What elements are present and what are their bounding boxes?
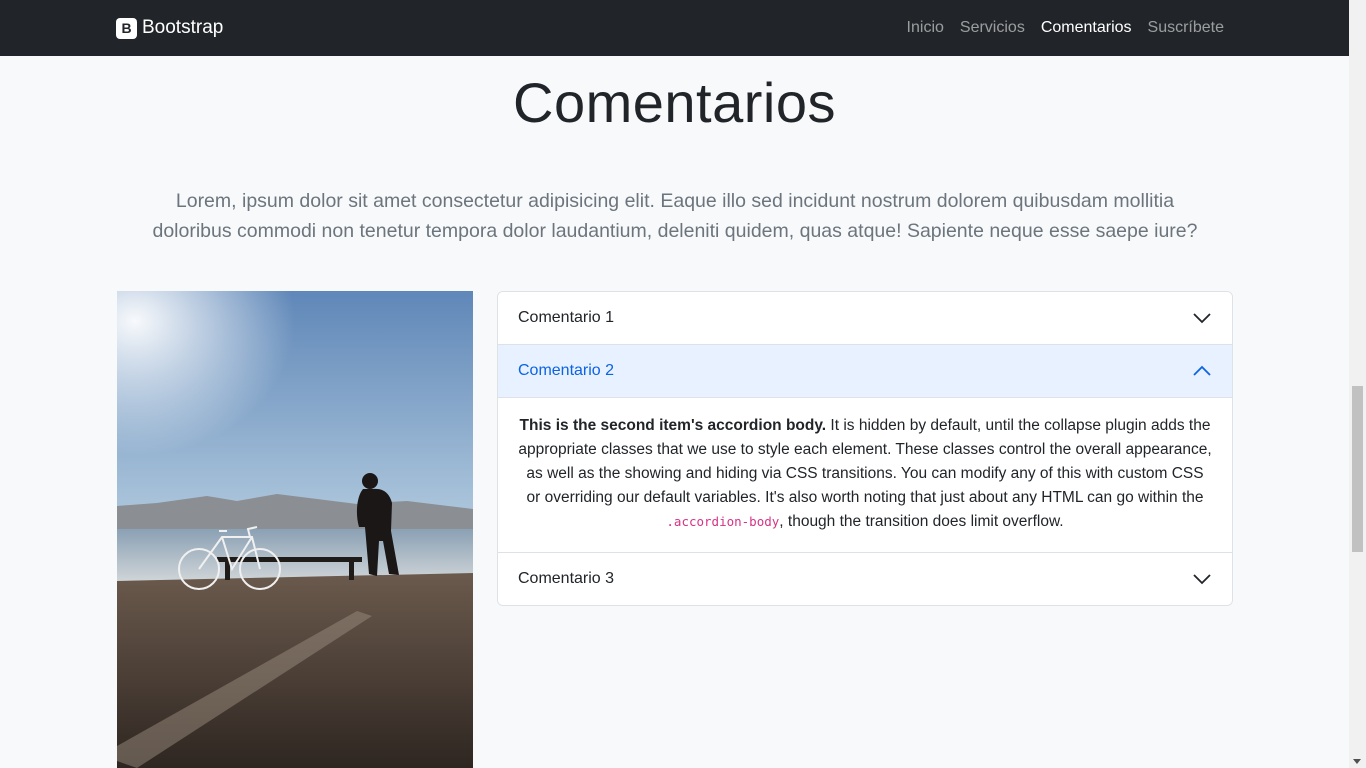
scroll-down-arrow-icon[interactable] [1353, 759, 1361, 764]
accordion-header-label: Comentario 3 [518, 570, 615, 587]
nav-link-inicio[interactable]: Inicio [907, 19, 944, 37]
accordion-header-label: Comentario 1 [518, 309, 615, 326]
accordion-item-2: Comentario 2 This is the second item's a… [498, 344, 1232, 552]
nav-link-servicios[interactable]: Servicios [960, 19, 1025, 37]
brand-name: Bootstrap [142, 17, 224, 38]
accordion-header-comentario-3[interactable]: Comentario 3 [498, 553, 1232, 605]
accordion-body-text-end: , though the transition does limit overf… [779, 513, 1064, 530]
chevron-down-icon [1192, 569, 1212, 589]
navbar: B Bootstrap Inicio Servicios Comentarios… [0, 0, 1349, 56]
comments-accordion: Comentario 1 Comentario 2 This is the se… [497, 291, 1233, 606]
bootstrap-logo-icon: B [116, 17, 137, 39]
navbar-brand[interactable]: B Bootstrap [116, 17, 223, 39]
photo-illustration [117, 291, 473, 768]
comments-photo [117, 291, 473, 768]
section-title: Comentarios [513, 71, 836, 134]
chevron-up-icon [1192, 361, 1212, 381]
accordion-header-comentario-2[interactable]: Comentario 2 [498, 345, 1232, 398]
accordion-body: This is the second item's accordion body… [498, 398, 1232, 552]
accordion-body-strong: This is the second item's accordion body… [519, 417, 827, 434]
accordion-body-code: .accordion-body [666, 514, 780, 529]
section-lead: Lorem, ipsum dolor sit amet consectetur … [152, 190, 1198, 242]
accordion-item-3: Comentario 3 [498, 552, 1232, 605]
page-scrollbar[interactable] [1349, 0, 1366, 768]
nav-links: Inicio Servicios Comentarios Suscríbete [891, 0, 1224, 56]
chevron-down-icon [1192, 308, 1212, 328]
nav-link-comentarios[interactable]: Comentarios [1041, 19, 1132, 37]
scrollbar-thumb[interactable] [1352, 386, 1363, 552]
nav-link-suscribete[interactable]: Suscríbete [1148, 19, 1224, 37]
accordion-item-1: Comentario 1 [498, 292, 1232, 344]
accordion-header-label: Comentario 2 [518, 362, 615, 379]
accordion-header-comentario-1[interactable]: Comentario 1 [498, 292, 1232, 344]
